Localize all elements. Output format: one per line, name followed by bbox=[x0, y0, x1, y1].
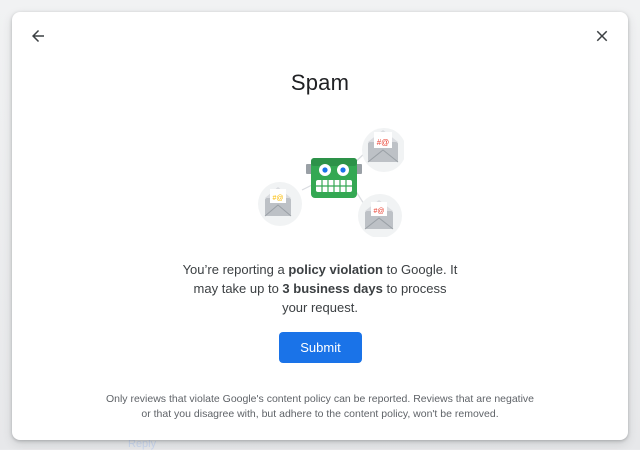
spam-robot-illustration: #@ #@ #@ bbox=[258, 128, 404, 237]
business-days-text: 3 business days bbox=[282, 281, 383, 296]
close-button[interactable] bbox=[586, 20, 618, 52]
back-button[interactable] bbox=[22, 20, 54, 52]
report-message: You’re reporting a policy violation to G… bbox=[182, 262, 458, 315]
svg-text:#@: #@ bbox=[273, 195, 284, 202]
robot-icon bbox=[306, 158, 362, 198]
envelope-icon-left: #@ bbox=[258, 182, 302, 226]
policy-footnote: Only reviews that violate Google's conte… bbox=[105, 393, 535, 420]
svg-text:#@: #@ bbox=[377, 138, 390, 147]
svg-text:#@: #@ bbox=[374, 208, 385, 215]
envelope-icon-top-right: #@ bbox=[362, 128, 404, 172]
arrow-back-icon bbox=[32, 30, 44, 42]
report-dialog: Spam #@ #@ #@ You’re reporting a policy … bbox=[12, 12, 628, 440]
submit-button[interactable]: Submit bbox=[279, 332, 362, 363]
dialog-title: Spam bbox=[290, 70, 350, 95]
envelope-icon-bottom-right: #@ bbox=[358, 194, 402, 237]
policy-violation-text: policy violation bbox=[288, 262, 383, 277]
close-icon bbox=[596, 30, 608, 42]
